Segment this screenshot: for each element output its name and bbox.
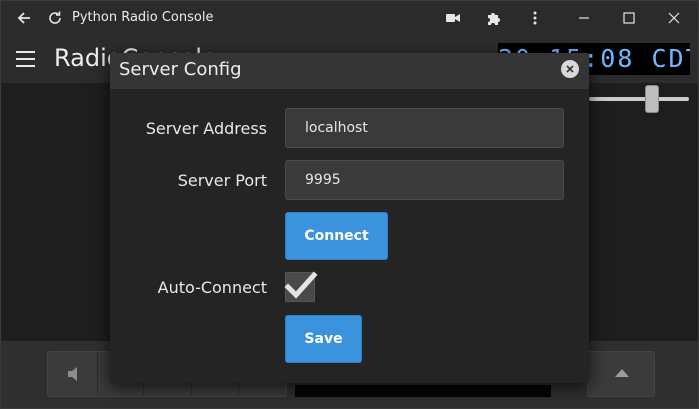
server-config-dialog: Server Config Server Address Server Port…: [110, 53, 589, 383]
triangle-up-icon: [615, 369, 629, 377]
check-icon: [284, 271, 318, 299]
title-bar: Python Radio Console: [1, 1, 698, 35]
up-button[interactable]: [587, 351, 655, 397]
reload-icon[interactable]: [41, 1, 69, 35]
frequency-display: [295, 385, 551, 397]
extension-icon[interactable]: [482, 1, 506, 35]
dialog-title: Server Config: [119, 59, 242, 80]
close-icon[interactable]: [659, 1, 689, 35]
hamburger-menu-icon[interactable]: [16, 51, 35, 67]
app-window: Python Radio Console RadioConsole 20:15:…: [0, 0, 699, 409]
close-dialog-button[interactable]: [561, 60, 579, 78]
camera-icon[interactable]: [441, 1, 465, 35]
maximize-icon[interactable]: [614, 1, 644, 35]
speaker-icon[interactable]: [68, 366, 82, 386]
volume-slider-track[interactable]: [589, 97, 689, 101]
connect-button[interactable]: Connect: [285, 212, 388, 260]
close-x-icon: [566, 65, 574, 73]
dialog-header: Server Config: [110, 53, 589, 89]
server-port-label: Server Port: [177, 171, 267, 190]
server-address-label: Server Address: [145, 119, 267, 138]
save-button[interactable]: Save: [285, 315, 362, 363]
auto-connect-label: Auto-Connect: [157, 278, 267, 297]
window-title: Python Radio Console: [72, 10, 214, 25]
back-arrow-icon[interactable]: [9, 1, 39, 35]
more-vert-icon[interactable]: [523, 1, 547, 35]
auto-connect-checkbox[interactable]: [284, 271, 318, 302]
divider: [97, 351, 98, 395]
server-address-input[interactable]: [285, 108, 564, 148]
volume-slider-thumb[interactable]: [645, 85, 659, 113]
server-port-input[interactable]: [285, 160, 564, 200]
minimize-icon[interactable]: [569, 1, 599, 35]
